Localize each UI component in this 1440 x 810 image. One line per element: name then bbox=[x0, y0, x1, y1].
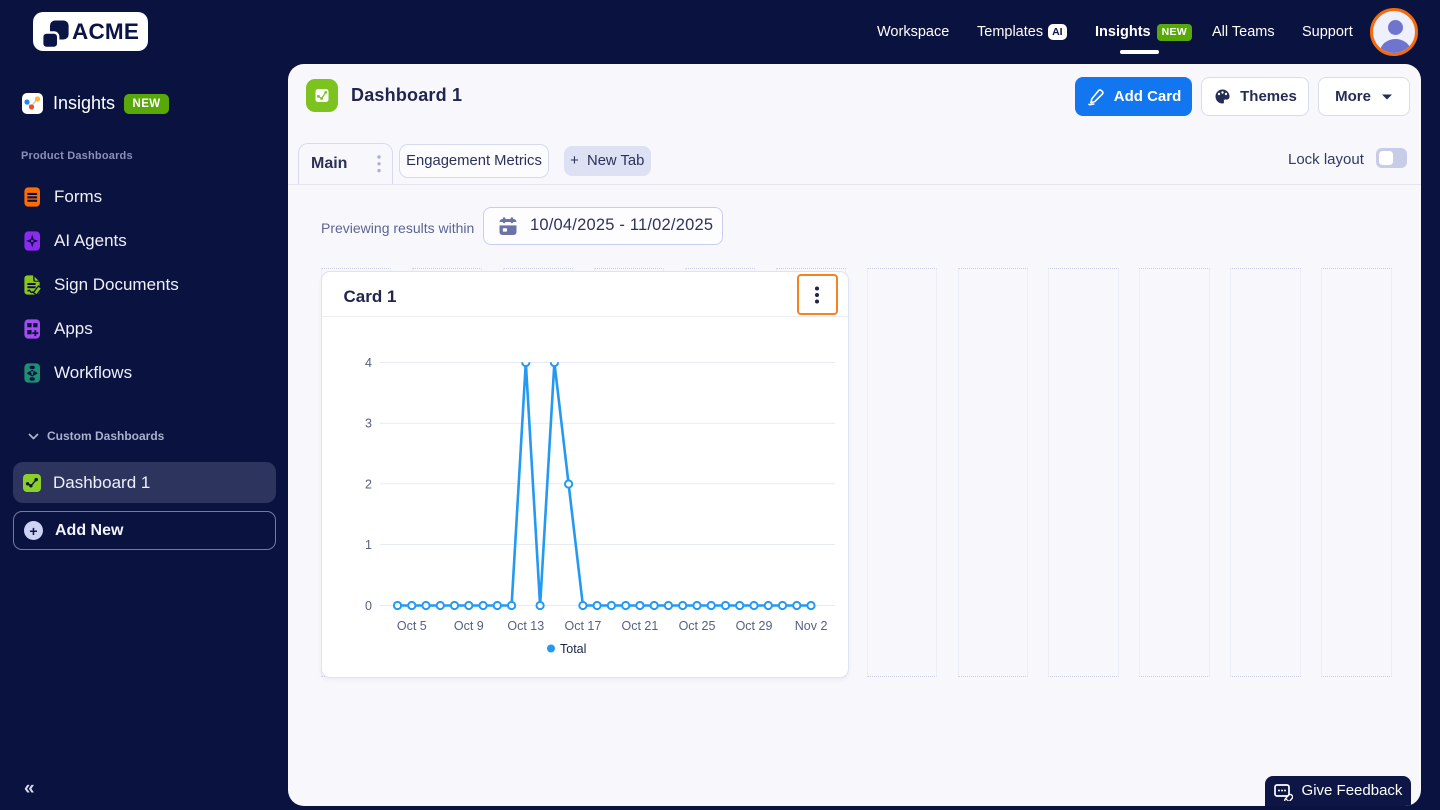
svg-text:3: 3 bbox=[365, 416, 372, 430]
svg-text:Oct 21: Oct 21 bbox=[621, 619, 658, 633]
svg-text:Oct 5: Oct 5 bbox=[396, 619, 426, 633]
svg-text:0: 0 bbox=[365, 599, 372, 613]
svg-text:1: 1 bbox=[365, 538, 372, 552]
svg-text:Oct 9: Oct 9 bbox=[453, 619, 483, 633]
svg-text:Oct 13: Oct 13 bbox=[507, 619, 544, 633]
svg-text:2: 2 bbox=[365, 477, 372, 491]
svg-text:Total: Total bbox=[560, 642, 586, 656]
svg-text:Oct 29: Oct 29 bbox=[735, 619, 772, 633]
svg-text:Oct 17: Oct 17 bbox=[564, 619, 601, 633]
svg-text:Oct 25: Oct 25 bbox=[678, 619, 715, 633]
svg-text:4: 4 bbox=[365, 356, 372, 370]
svg-text:Nov 2: Nov 2 bbox=[794, 619, 827, 633]
